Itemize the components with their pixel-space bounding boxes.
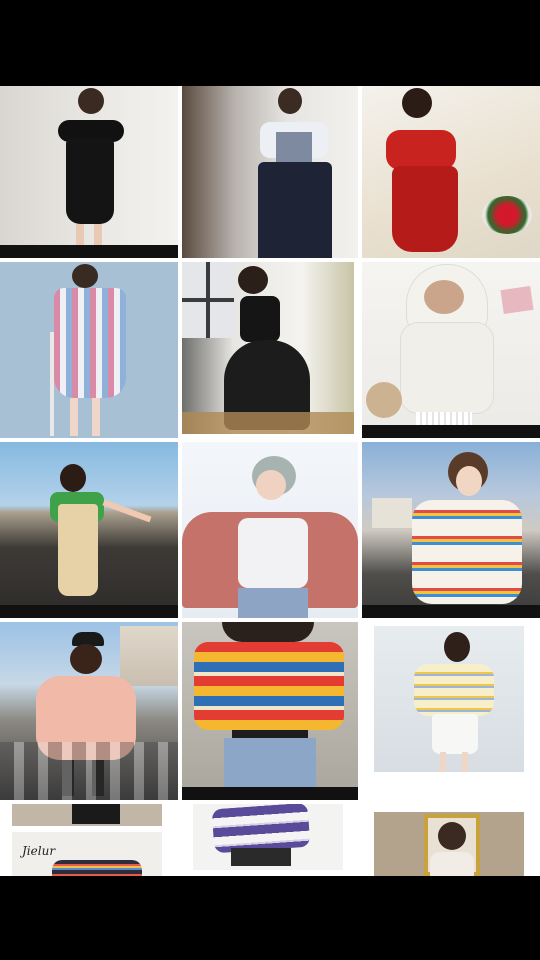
tile-pink-fur-jacket-snow[interactable] bbox=[182, 442, 358, 618]
jielur-caption: Jielur bbox=[22, 844, 56, 858]
tile-rainbow-stripe-tee-jeans[interactable] bbox=[182, 622, 358, 800]
tile-pink-hoodie-street[interactable] bbox=[0, 622, 178, 800]
tile-green-tee-overalls[interactable] bbox=[0, 442, 178, 618]
tile-portrait-frame[interactable] bbox=[374, 812, 524, 876]
photo-grid: Jielur bbox=[0, 86, 540, 876]
tile-yellow-stripe-top-white-skirt[interactable] bbox=[374, 626, 524, 772]
status-bar bbox=[0, 0, 540, 86]
tile-purple-stripe-sweater[interactable] bbox=[193, 804, 343, 870]
tile-rainbow-stripe-sweater[interactable] bbox=[362, 442, 540, 618]
tile-black-off-shoulder-dress[interactable] bbox=[0, 86, 178, 258]
tile-lace-top-navy-skirt[interactable] bbox=[182, 86, 358, 258]
navigation-bar bbox=[0, 876, 540, 960]
tile-white-bear-hoodie[interactable] bbox=[362, 262, 540, 438]
tile-black-lace-tulle-dress[interactable] bbox=[182, 262, 354, 434]
tile-red-ruffle-dress-roses[interactable] bbox=[362, 86, 540, 258]
tile-jielur-stripe-tee[interactable]: Jielur bbox=[12, 804, 162, 876]
tile-striped-shirt-dress[interactable] bbox=[0, 262, 178, 438]
